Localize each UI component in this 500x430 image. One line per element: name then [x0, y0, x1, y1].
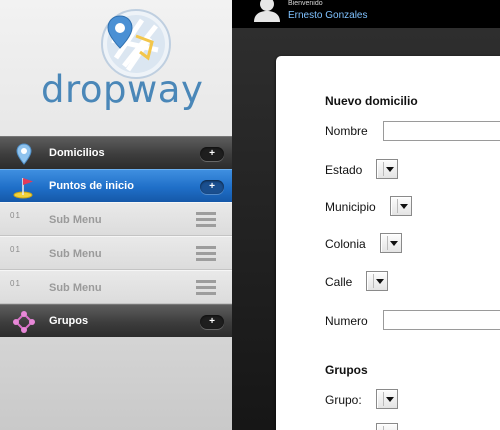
- grupo-select[interactable]: [376, 389, 398, 409]
- sub-menu-number: 01: [10, 279, 21, 288]
- calle-label: Calle: [325, 275, 353, 289]
- location-pin-icon: [16, 143, 32, 165]
- expand-button[interactable]: +: [200, 315, 224, 329]
- top-bar: Bienvenido Ernesto Gonzales: [232, 0, 500, 28]
- chevron-down-icon: [386, 397, 394, 402]
- greeting-text: Bienvenido: [288, 0, 323, 7]
- menu-label: Grupos: [49, 315, 89, 327]
- municipio-select[interactable]: [390, 196, 412, 216]
- flag-icon: [13, 178, 33, 199]
- grupo-select-2[interactable]: [376, 423, 398, 430]
- calle-select[interactable]: [366, 271, 388, 291]
- chevron-down-icon: [386, 167, 394, 172]
- drag-handle-icon[interactable]: [196, 212, 216, 229]
- estado-select[interactable]: [376, 159, 398, 179]
- colonia-label: Colonia: [325, 237, 366, 251]
- sub-menu-number: 01: [10, 245, 21, 254]
- menu-item-grupos[interactable]: Grupos +: [0, 304, 232, 337]
- brand-name: dropway: [41, 68, 204, 111]
- sub-menu-item[interactable]: 01 Sub Menu: [0, 202, 232, 236]
- logo[interactable]: dropway: [0, 0, 232, 136]
- expand-button[interactable]: +: [200, 180, 224, 194]
- sub-menu-number: 01: [10, 211, 21, 220]
- drag-handle-icon[interactable]: [196, 246, 216, 263]
- sidebar: dropway Domicilios + Puntos de inicio + …: [0, 0, 232, 430]
- sub-menu-item[interactable]: 01 Sub Menu: [0, 270, 232, 304]
- expand-button[interactable]: +: [200, 147, 224, 161]
- chevron-down-icon: [390, 241, 398, 246]
- municipio-label: Municipio: [325, 200, 376, 214]
- sub-menu-label: Sub Menu: [49, 282, 102, 294]
- nombre-input[interactable]: [383, 121, 500, 141]
- form-title: Nuevo domicilio: [325, 94, 418, 108]
- avatar[interactable]: [252, 0, 282, 22]
- sub-menu-label: Sub Menu: [49, 248, 102, 260]
- numero-input[interactable]: [383, 310, 500, 330]
- sub-menu-item[interactable]: 01 Sub Menu: [0, 236, 232, 270]
- nombre-label: Nombre: [325, 124, 368, 138]
- sub-menu-label: Sub Menu: [49, 214, 102, 226]
- menu-item-domicilios[interactable]: Domicilios +: [0, 136, 232, 169]
- chevron-down-icon: [376, 279, 384, 284]
- menu-label: Domicilios: [49, 147, 105, 159]
- menu-label: Puntos de inicio: [49, 180, 134, 192]
- numero-label: Numero: [325, 314, 368, 328]
- groups-section-title: Grupos: [325, 363, 368, 377]
- group-network-icon: [13, 311, 35, 333]
- grupo-label: Grupo:: [325, 393, 362, 407]
- estado-label: Estado: [325, 163, 363, 177]
- user-name-link[interactable]: Ernesto Gonzales: [288, 10, 368, 21]
- menu-item-puntos-de-inicio[interactable]: Puntos de inicio +: [0, 169, 232, 202]
- colonia-select[interactable]: [380, 233, 402, 253]
- drag-handle-icon[interactable]: [196, 280, 216, 297]
- chevron-down-icon: [400, 204, 408, 209]
